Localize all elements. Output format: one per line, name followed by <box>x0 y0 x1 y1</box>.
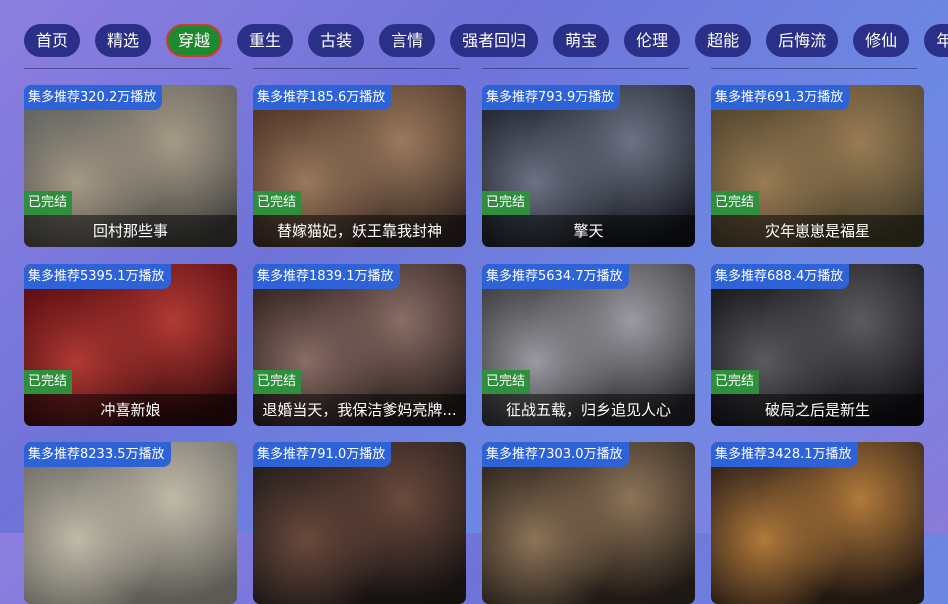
video-title: 退婚当天，我保洁爹妈亮牌... <box>253 394 466 426</box>
status-badge: 已完结 <box>24 370 73 394</box>
video-card[interactable]: 集多推荐8233.5万播放 <box>24 442 237 604</box>
divider-line <box>24 68 231 69</box>
recommend-tag: 集多推荐8233.5万播放 <box>24 442 171 467</box>
status-badge: 已完结 <box>711 370 760 394</box>
video-title: 征战五载，归乡追见人心 <box>482 394 695 426</box>
recommend-tag: 集多推荐185.6万播放 <box>253 85 392 110</box>
tab-8[interactable]: 伦理 <box>624 24 681 57</box>
status-badge: 已完结 <box>482 191 531 215</box>
video-card[interactable]: 集多推荐691.3万播放 已完结 灾年崽崽是福星 <box>711 85 924 247</box>
recommend-tag: 集多推荐688.4万播放 <box>711 264 850 289</box>
recommend-tag: 集多推荐5395.1万播放 <box>24 264 171 289</box>
tab-3[interactable]: 重生 <box>237 24 294 57</box>
recommend-tag: 集多推荐3428.1万播放 <box>711 442 858 467</box>
status-badge: 已完结 <box>711 191 760 215</box>
video-title: 灾年崽崽是福星 <box>711 215 924 247</box>
tab-10[interactable]: 后悔流 <box>766 24 839 57</box>
recommend-tag: 集多推荐5634.7万播放 <box>482 264 629 289</box>
video-title: 破局之后是新生 <box>711 394 924 426</box>
video-card[interactable]: 集多推荐320.2万播放 已完结 回村那些事 <box>24 85 237 247</box>
recommend-tag: 集多推荐1839.1万播放 <box>253 264 400 289</box>
tab-0[interactable]: 首页 <box>24 24 81 57</box>
video-card[interactable]: 集多推荐791.0万播放 <box>253 442 466 604</box>
video-card[interactable]: 集多推荐1839.1万播放 已完结 退婚当天，我保洁爹妈亮牌... <box>253 264 466 426</box>
status-badge: 已完结 <box>253 191 302 215</box>
divider-line <box>482 68 689 69</box>
video-card[interactable]: 集多推荐185.6万播放 已完结 替嫁猫妃，妖王靠我封神 <box>253 85 466 247</box>
divider-line <box>253 68 460 69</box>
video-card[interactable]: 集多推荐5395.1万播放 已完结 冲喜新娘 <box>24 264 237 426</box>
divider-line <box>711 68 918 69</box>
video-card[interactable]: 集多推荐7303.0万播放 <box>482 442 695 604</box>
video-title: 擎天 <box>482 215 695 247</box>
tab-5[interactable]: 言情 <box>379 24 436 57</box>
tab-9[interactable]: 超能 <box>695 24 752 57</box>
tab-2[interactable]: 穿越 <box>166 24 223 57</box>
video-title: 替嫁猫妃，妖王靠我封神 <box>253 215 466 247</box>
status-badge: 已完结 <box>253 370 302 394</box>
status-badge: 已完结 <box>482 370 531 394</box>
tab-4[interactable]: 古装 <box>308 24 365 57</box>
recommend-tag: 集多推荐791.0万播放 <box>253 442 392 467</box>
video-title: 回村那些事 <box>24 215 237 247</box>
recommend-tag: 集多推荐691.3万播放 <box>711 85 850 110</box>
tab-6[interactable]: 强者回归 <box>450 24 539 57</box>
video-card[interactable]: 集多推荐793.9万播放 已完结 擎天 <box>482 85 695 247</box>
tab-12[interactable]: 年 <box>924 24 948 57</box>
category-tab-bar: 首页 精选 穿越 重生 古装 言情 强者回归 萌宝 伦理 超能 后悔流 修仙年 <box>24 24 948 58</box>
video-card[interactable]: 集多推荐688.4万播放 已完结 破局之后是新生 <box>711 264 924 426</box>
video-card[interactable]: 集多推荐3428.1万播放 <box>711 442 924 604</box>
recommend-tag: 集多推荐7303.0万播放 <box>482 442 629 467</box>
tab-1[interactable]: 精选 <box>95 24 152 57</box>
video-title: 冲喜新娘 <box>24 394 237 426</box>
recommend-tag: 集多推荐320.2万播放 <box>24 85 163 110</box>
video-card[interactable]: 集多推荐5634.7万播放 已完结 征战五载，归乡追见人心 <box>482 264 695 426</box>
status-badge: 已完结 <box>24 191 73 215</box>
tab-11[interactable]: 修仙 <box>853 24 910 57</box>
recommend-tag: 集多推荐793.9万播放 <box>482 85 621 110</box>
tab-7[interactable]: 萌宝 <box>553 24 610 57</box>
